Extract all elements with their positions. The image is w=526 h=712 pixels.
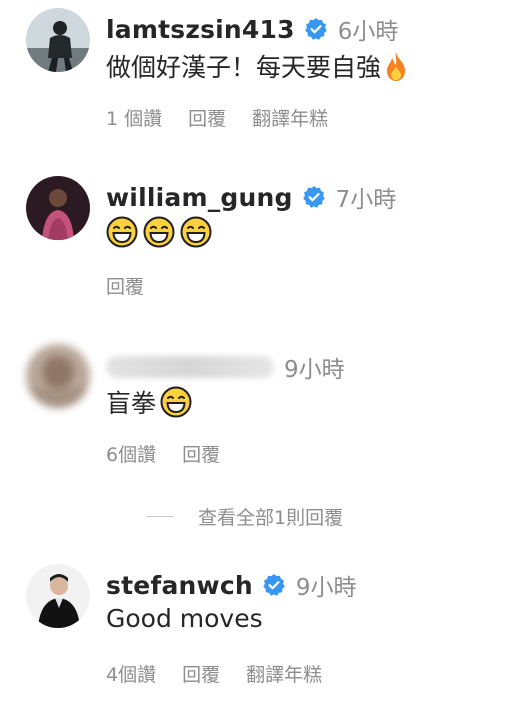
blurred-username[interactable] (106, 356, 274, 378)
username[interactable]: lamtszsin413 (106, 15, 295, 44)
comment-text: 做個好漢子！每天要自強 (106, 53, 382, 82)
reply-button[interactable]: 回覆 (106, 272, 144, 299)
comment-header: lamtszsin413 6小時 (106, 12, 398, 46)
laughing-emoji-icon (143, 216, 175, 248)
comment-emoji-row (106, 216, 217, 248)
laughing-emoji-icon (180, 216, 212, 248)
avatar[interactable] (26, 8, 90, 72)
reply-button[interactable]: 回覆 (182, 440, 220, 467)
view-replies-link[interactable]: 查看全部1則回覆 (146, 503, 343, 530)
username[interactable]: stefanwch (106, 571, 253, 600)
comment-text: 盲拳 (106, 389, 157, 418)
comment-time: 9小時 (284, 357, 345, 383)
reply-button[interactable]: 回覆 (182, 660, 220, 687)
verified-badge-icon (302, 185, 326, 209)
view-replies-label[interactable]: 查看全部1則回覆 (198, 503, 343, 530)
comment-text-row: 做個好漢子！每天要自強 (106, 48, 409, 84)
comment-actions: 1 個讚 回覆 翻譯年糕 (106, 104, 354, 131)
fire-emoji-icon (383, 50, 409, 82)
comment-text-row: Good moves (106, 604, 263, 633)
translate-button[interactable]: 翻譯年糕 (252, 104, 328, 131)
avatar[interactable] (26, 176, 90, 240)
likes-count[interactable]: 1 個讚 (106, 104, 162, 131)
comment-text: Good moves (106, 604, 263, 633)
verified-badge-icon (262, 573, 286, 597)
comment-time: 9小時 (295, 575, 357, 601)
laughing-emoji-icon (106, 216, 138, 248)
comment-text-row: 盲拳 (106, 384, 197, 420)
reply-button[interactable]: 回覆 (188, 104, 226, 131)
comment-time: 6小時 (337, 19, 399, 45)
likes-count[interactable]: 6個讚 (106, 440, 156, 467)
divider-line (146, 516, 174, 517)
avatar[interactable] (26, 564, 90, 628)
laughing-emoji-icon (160, 386, 192, 418)
comment-actions: 回覆 (106, 272, 170, 299)
comment-header: stefanwch 9小時 (106, 568, 357, 602)
comment-time: 7小時 (335, 187, 397, 213)
avatar[interactable] (26, 344, 90, 408)
avatar-image (26, 564, 90, 628)
translate-button[interactable]: 翻譯年糕 (246, 660, 322, 687)
likes-count[interactable]: 4個讚 (106, 660, 156, 687)
verified-badge-icon (304, 17, 328, 41)
username[interactable]: william_gung (106, 183, 293, 212)
comment-actions: 4個讚 回覆 翻譯年糕 (106, 660, 348, 687)
comment-header: 9小時 (106, 350, 345, 384)
avatar-image (26, 176, 90, 240)
avatar-image (26, 344, 90, 408)
comment-actions: 6個讚 回覆 (106, 440, 246, 467)
avatar-image (26, 8, 90, 72)
comment-header: william_gung 7小時 (106, 180, 396, 214)
